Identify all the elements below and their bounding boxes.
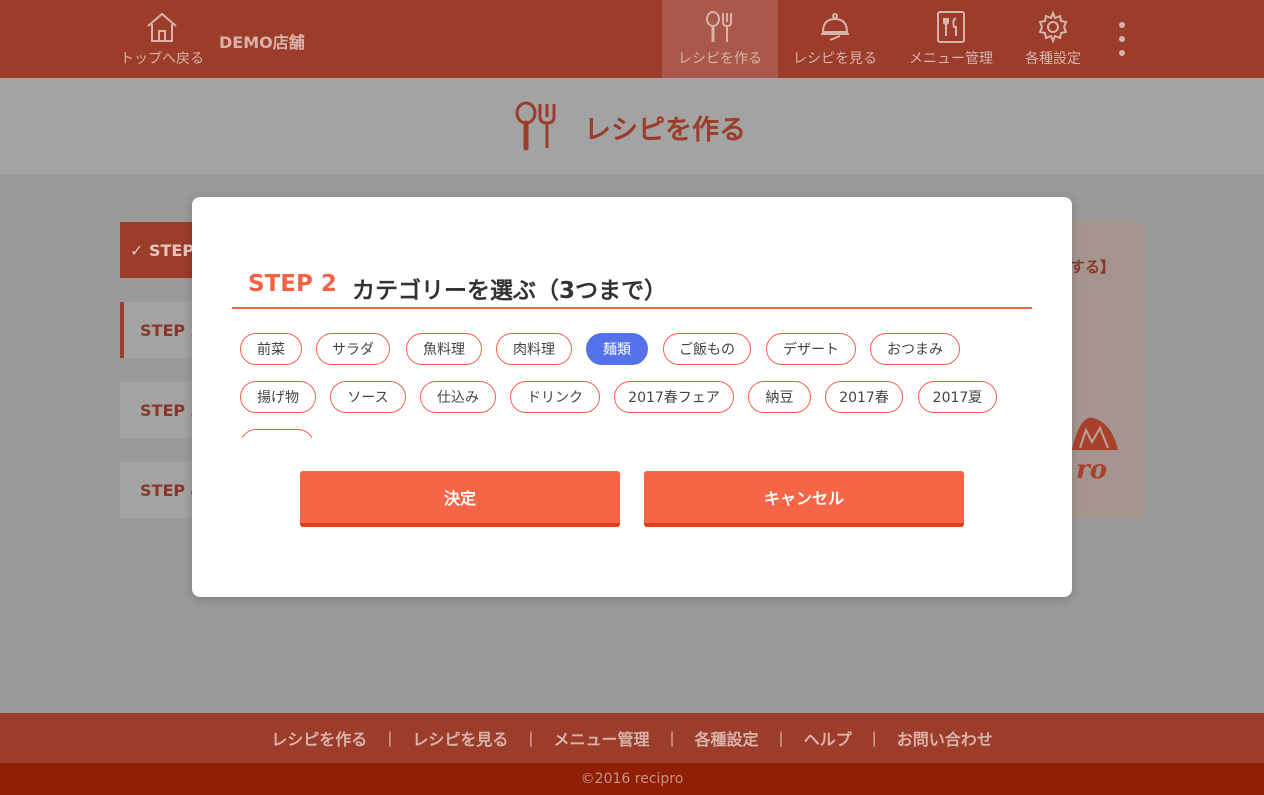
category-chip[interactable]: 揚げ物 (240, 381, 316, 413)
footer-link-settings[interactable]: 各種設定 (675, 726, 779, 750)
more-menu-icon[interactable] (1112, 22, 1132, 56)
modal-header: STEP 2 カテゴリーを選ぶ（3つまで） (232, 269, 1032, 309)
step-label: STEP 2 (248, 271, 337, 297)
menu-book-icon (937, 11, 965, 43)
gear-icon (1038, 10, 1068, 44)
category-chip[interactable]: 2017夏 (918, 381, 997, 413)
footer-link-view[interactable]: レシピを見る (392, 726, 528, 750)
category-chip[interactable]: デザート (766, 333, 856, 365)
category-chip-selected[interactable]: 麺類 (586, 333, 648, 365)
nav-create-recipe[interactable]: レシピを作る (662, 0, 778, 78)
category-chip[interactable]: 仕込み (420, 381, 496, 413)
nav-menu-management[interactable]: メニュー管理 (904, 0, 998, 78)
nav-view-recipe-label: レシピを見る (793, 51, 877, 67)
page-title: レシピを作る (584, 115, 746, 146)
footer-link-create[interactable]: レシピを作る (251, 726, 387, 750)
utensils-icon (706, 11, 732, 42)
nav-view-recipe[interactable]: レシピを見る (786, 0, 884, 78)
footer-link-help[interactable]: ヘルプ (784, 726, 872, 750)
nav-create-recipe-label: レシピを作る (678, 51, 762, 67)
copyright: ©2016 recipro (0, 763, 1264, 795)
category-chip[interactable]: ドリンク (510, 381, 600, 413)
footer-link-contact[interactable]: お問い合わせ (877, 726, 1013, 750)
category-chip[interactable]: サラダ (316, 333, 390, 365)
footer-link-menu[interactable]: メニュー管理 (533, 726, 669, 750)
recipro-logo-text: ro (1076, 455, 1107, 485)
utensils-icon (515, 101, 556, 151)
home-icon (147, 12, 177, 42)
category-chip[interactable]: 2017春 (825, 381, 903, 413)
category-chip[interactable] (240, 429, 314, 438)
category-chip[interactable]: 2017春フェア (614, 381, 734, 413)
top-nav-bar: トップへ戻る DEMO店舗 レシピを作る レシピを見る メニュー管理 各種設定 (0, 0, 1264, 78)
nav-settings-label: 各種設定 (1025, 51, 1081, 67)
store-name: DEMO店舗 (219, 33, 305, 52)
category-chip[interactable]: 肉料理 (496, 333, 572, 365)
nav-menu-management-label: メニュー管理 (909, 51, 993, 67)
category-chip[interactable]: おつまみ (870, 333, 960, 365)
category-chip[interactable]: ソース (330, 381, 406, 413)
footer-nav: レシピを作る | レシピを見る | メニュー管理 | 各種設定 | ヘルプ | お問い合わ… (0, 713, 1264, 763)
category-modal: STEP 2 カテゴリーを選ぶ（3つまで） 前菜 サラダ 魚料理 肉料理 麺類 … (192, 197, 1072, 597)
preview-panel-text: する】 (1070, 258, 1116, 276)
category-chip[interactable]: 納豆 (748, 381, 811, 413)
confirm-button[interactable]: 決定 (300, 471, 620, 527)
category-chip[interactable]: 前菜 (240, 333, 302, 365)
category-chip-list: 前菜 サラダ 魚料理 肉料理 麺類 ご飯もの デザート おつまみ 揚げ物 ソース… (240, 333, 1030, 438)
nav-settings[interactable]: 各種設定 (1018, 0, 1088, 78)
step-title: カテゴリーを選ぶ（3つまで） (352, 278, 668, 304)
recipro-logo: ro (1072, 417, 1118, 485)
home-label: トップへ戻る (120, 51, 204, 67)
home-button[interactable]: トップへ戻る (118, 0, 206, 78)
cloche-icon (821, 13, 849, 41)
category-chip[interactable]: ご飯もの (663, 333, 751, 365)
category-chip[interactable]: 魚料理 (406, 333, 482, 365)
cancel-button[interactable]: キャンセル (644, 471, 964, 527)
